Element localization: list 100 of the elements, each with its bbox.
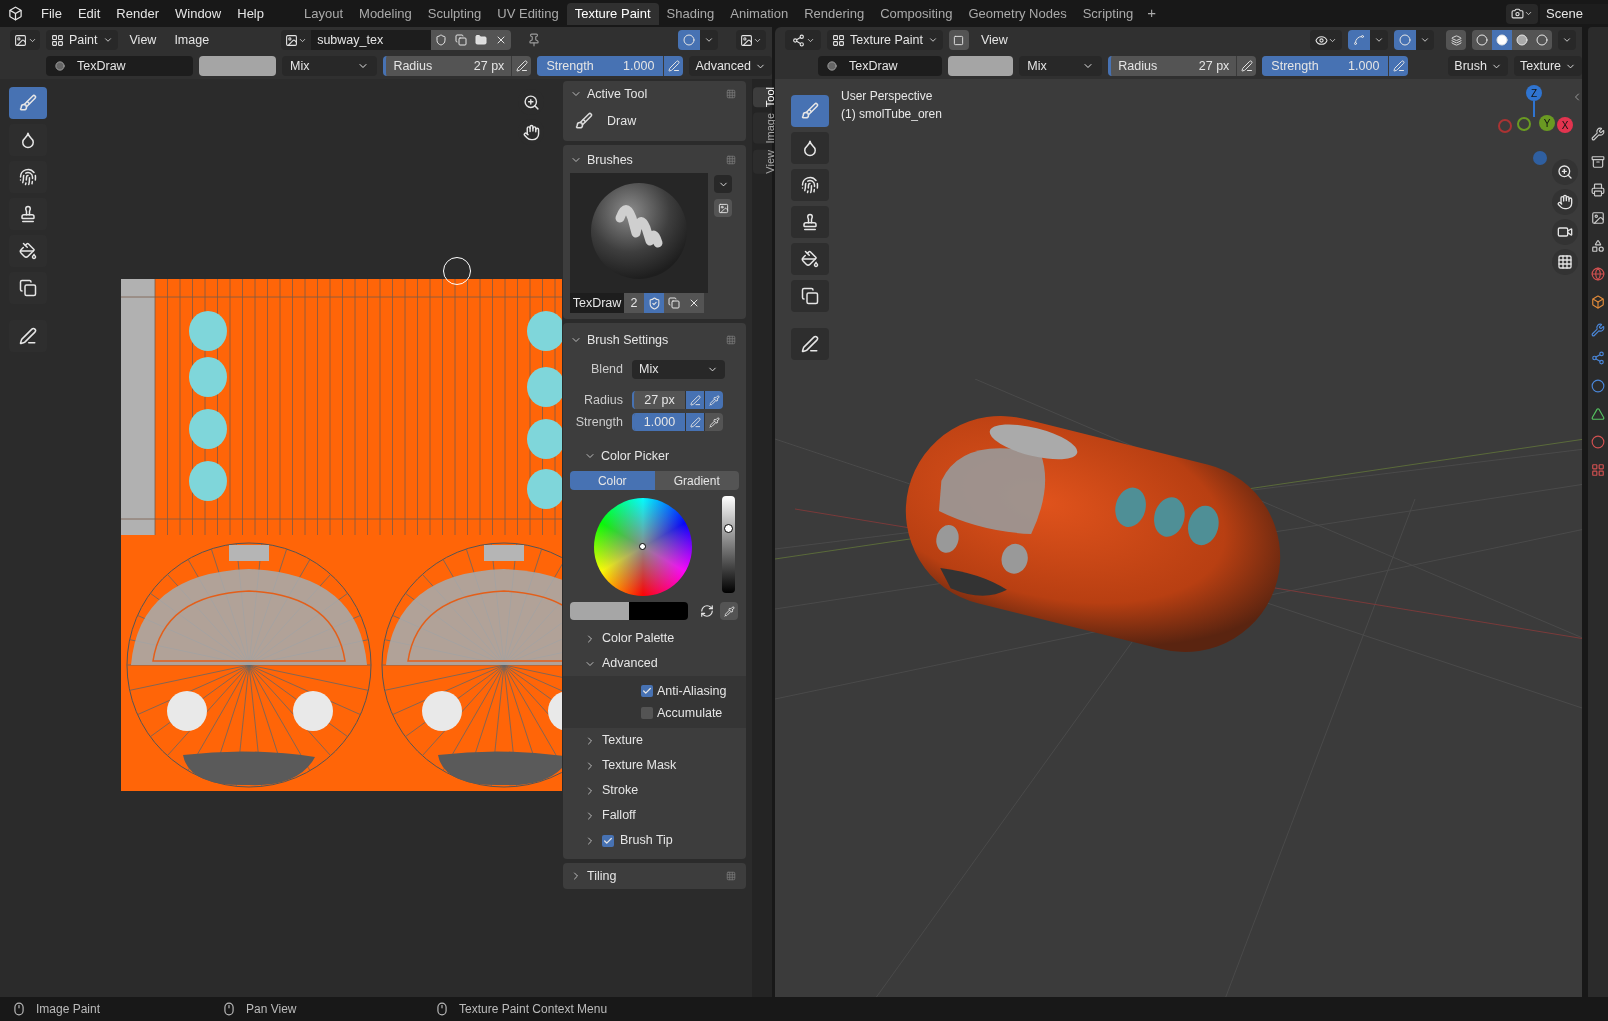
globe-icon[interactable]	[1591, 267, 1605, 281]
jitter-button[interactable]	[704, 413, 723, 431]
pressure-button[interactable]	[663, 56, 684, 76]
panel-title[interactable]: Color Picker	[601, 446, 670, 466]
blend-dropdown[interactable]: Mix	[1019, 56, 1103, 76]
axis-gizmo[interactable]: Z	[1526, 85, 1542, 101]
workspace-tab[interactable]: Geometry Nodes	[960, 2, 1075, 25]
brush-preview-drawing[interactable]	[570, 173, 708, 293]
strength-slider[interactable]: Strength 1.000	[537, 56, 664, 76]
radius-field[interactable]: Radius 27 px	[383, 56, 512, 76]
circle-icon[interactable]	[1591, 379, 1605, 393]
color-swatch[interactable]	[948, 56, 1014, 76]
gizmos-toggle[interactable]	[1348, 30, 1370, 50]
menu-item[interactable]: Window	[167, 3, 230, 24]
scene-name-field[interactable]: Scene	[1540, 3, 1608, 24]
menu-item[interactable]: View	[123, 30, 163, 50]
display-channels-button[interactable]	[736, 30, 766, 50]
brush-name-field[interactable]: TexDraw	[570, 293, 624, 313]
workspace-tab[interactable]: Texture Paint	[566, 2, 659, 25]
checkbox[interactable]	[641, 685, 653, 697]
workspace-tab[interactable]: Modeling	[351, 2, 420, 25]
workspace-tab[interactable]: Rendering	[796, 2, 873, 25]
brush-field[interactable]: TexDraw	[46, 56, 193, 76]
toggle-button[interactable]	[948, 30, 969, 50]
tool-button[interactable]	[791, 328, 829, 360]
printer-icon[interactable]	[1591, 183, 1605, 197]
unlink-button[interactable]	[684, 293, 704, 313]
workspace-tab[interactable]: Layout	[296, 2, 352, 25]
pressure-button[interactable]	[685, 391, 704, 409]
subpanel-title[interactable]: Texture	[602, 731, 643, 750]
blend-dropdown[interactable]: Mix	[632, 359, 725, 379]
mode-dropdown[interactable]: Paint	[46, 30, 118, 50]
subpanel-title[interactable]: Stroke	[602, 781, 639, 800]
jitter-button[interactable]	[704, 391, 723, 409]
panel-title[interactable]: Brush Settings	[587, 330, 669, 350]
tool-button[interactable]	[791, 169, 829, 201]
workspace-tab[interactable]: Scripting	[1074, 2, 1142, 25]
axis-gizmo[interactable]: X	[1557, 117, 1573, 133]
secondary-color-swatch[interactable]	[629, 602, 688, 620]
workspace-tab[interactable]: UV Editing	[489, 2, 567, 25]
axis-gizmo[interactable]	[1517, 117, 1531, 131]
workspace-tab[interactable]: Compositing	[872, 2, 961, 25]
image-name-field[interactable]: subway_tex	[311, 30, 432, 50]
image-icon[interactable]	[1591, 211, 1605, 225]
tool-button[interactable]	[791, 206, 829, 238]
folder-icon[interactable]	[475, 34, 488, 46]
primary-color-swatch[interactable]	[570, 602, 629, 620]
panel-title[interactable]: Active Tool	[587, 84, 648, 104]
wrench-icon[interactable]	[1591, 127, 1605, 141]
xray-button[interactable]	[1446, 30, 1466, 50]
cube-icon[interactable]	[1591, 295, 1605, 309]
zoom-button[interactable]	[1552, 159, 1578, 185]
swap-icon[interactable]	[700, 604, 714, 618]
menu-dropdown[interactable]: Advanced	[689, 56, 772, 76]
tool-button[interactable]	[791, 280, 829, 312]
subpanel-title[interactable]: Texture Mask	[602, 756, 677, 775]
shading-button[interactable]	[1492, 30, 1512, 50]
blend-dropdown[interactable]: Mix	[282, 56, 378, 76]
strength-slider[interactable]: Strength 1.000	[1262, 56, 1389, 76]
mode-tab[interactable]: Color	[570, 471, 655, 490]
mode-dropdown[interactable]: Texture Paint	[827, 30, 943, 50]
checkbox[interactable]	[602, 834, 614, 847]
sphere-icon[interactable]	[1591, 435, 1605, 449]
mode-tab[interactable]: Gradient	[654, 471, 739, 490]
pressure-button[interactable]	[1236, 56, 1257, 76]
workspace-tab[interactable]: Sculpting	[419, 2, 490, 25]
menu-item[interactable]: Edit	[69, 3, 109, 24]
brush-field[interactable]: TexDraw	[818, 56, 942, 76]
pin-icon[interactable]	[527, 33, 542, 47]
triangle-icon[interactable]	[1591, 407, 1605, 421]
image-browse-button[interactable]	[281, 30, 312, 50]
scene-selector[interactable]	[1506, 3, 1538, 24]
checker-icon[interactable]	[1591, 463, 1605, 477]
pressure-button[interactable]	[685, 413, 704, 431]
menu-item[interactable]: View	[974, 30, 1014, 50]
overlays-toggle[interactable]	[1394, 30, 1416, 50]
subpanel-title[interactable]: Color Palette	[602, 629, 675, 648]
app-logo-icon[interactable]	[8, 6, 23, 21]
menu-dropdown[interactable]: Brush	[1448, 56, 1508, 76]
pressure-button[interactable]	[1388, 56, 1409, 76]
fake-user-button[interactable]	[644, 293, 664, 313]
color-swatch[interactable]	[198, 56, 277, 76]
wrench-icon[interactable]	[1591, 323, 1605, 337]
shapes-icon[interactable]	[1591, 239, 1605, 253]
duplicate-button[interactable]	[664, 293, 684, 313]
menu-item[interactable]: Render	[108, 3, 167, 24]
radius-field[interactable]: Radius 27 px	[1108, 56, 1237, 76]
overlays-toggle[interactable]	[678, 30, 700, 50]
value-slider[interactable]	[722, 496, 735, 593]
tool-button[interactable]	[791, 132, 829, 164]
tool-button[interactable]	[791, 243, 829, 275]
axis-gizmo[interactable]: Y	[1539, 115, 1555, 131]
panel-title[interactable]: Brushes	[587, 150, 633, 170]
editor-type-button[interactable]	[785, 30, 821, 50]
shield-icon[interactable]	[435, 34, 448, 46]
perspective-button[interactable]	[1552, 249, 1578, 275]
camera-button[interactable]	[1552, 219, 1578, 245]
user-count[interactable]: 2	[624, 293, 644, 313]
checkbox-label[interactable]: Accumulate	[657, 703, 723, 723]
pan-button[interactable]	[1552, 189, 1578, 215]
